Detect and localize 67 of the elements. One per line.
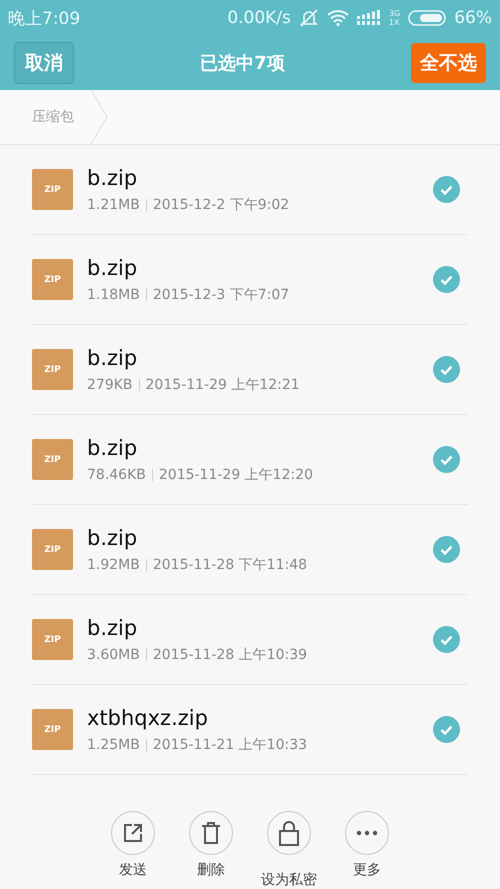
file-date: 2015-12-3 下午7:07: [152, 286, 290, 304]
checkbox[interactable]: [433, 626, 460, 653]
more-button[interactable]: [345, 811, 389, 855]
checkbox[interactable]: [433, 176, 460, 203]
check-icon: [440, 364, 453, 374]
trash-icon: [201, 822, 221, 844]
file-name: xtbhqxz.zip: [87, 706, 209, 730]
check-icon: [440, 184, 453, 194]
checkbox[interactable]: [433, 356, 460, 383]
file-date: 2015-11-29 上午12:20: [158, 466, 314, 484]
checkbox[interactable]: [433, 446, 460, 473]
action-label: 发送: [119, 861, 147, 879]
check-icon: [440, 274, 453, 284]
more-icon: [356, 830, 378, 836]
zip-file-icon: ZIP: [32, 529, 73, 570]
check-icon: [440, 724, 453, 734]
file-date: 2015-11-28 上午10:39: [152, 646, 308, 664]
network-type: 3G: [388, 9, 400, 18]
checkbox[interactable]: [433, 536, 460, 563]
zip-file-icon: ZIP: [32, 439, 73, 480]
send-button[interactable]: [111, 811, 155, 855]
file-size: 3.60MB: [87, 646, 140, 662]
share-icon: [123, 823, 143, 843]
zip-file-icon: ZIP: [32, 259, 73, 300]
checkbox[interactable]: [433, 716, 460, 743]
file-size: 1.92MB: [87, 556, 140, 572]
check-icon: [440, 634, 453, 644]
action-label: 删除: [197, 861, 225, 879]
signal-icon: [356, 10, 381, 26]
header-title: 已选中7项: [200, 52, 285, 75]
file-date: 2015-12-2 下午9:02: [152, 196, 290, 214]
lock-icon: [278, 820, 300, 846]
file-name: b.zip: [87, 436, 138, 460]
file-date: 2015-11-21 上午10:33: [152, 736, 308, 754]
delete-button[interactable]: [189, 811, 233, 855]
zip-file-icon: ZIP: [32, 709, 73, 750]
file-name: b.zip: [87, 256, 138, 280]
breadcrumb-item[interactable]: 压缩包: [32, 108, 74, 126]
status-time: 晚上7:09: [8, 8, 80, 30]
wifi-icon: [326, 10, 349, 26]
file-size: 1.25MB: [87, 736, 140, 752]
zip-file-icon: ZIP: [32, 619, 73, 660]
check-icon: [440, 544, 453, 554]
network-type: 1X: [388, 18, 400, 27]
zip-file-icon: ZIP: [32, 169, 73, 210]
file-name: b.zip: [87, 526, 138, 550]
battery-percent: 66%: [454, 8, 492, 28]
cancel-button[interactable]: 取消: [14, 42, 74, 84]
deselect-all-button[interactable]: 全不选: [411, 43, 486, 83]
action-label: 设为私密: [261, 871, 317, 889]
zip-file-icon: ZIP: [32, 349, 73, 390]
file-size: 78.46KB: [87, 466, 146, 482]
private-button[interactable]: [267, 811, 311, 855]
checkbox[interactable]: [433, 266, 460, 293]
file-name: b.zip: [87, 346, 138, 370]
file-name: b.zip: [87, 166, 138, 190]
file-date: 2015-11-28 下午11:48: [152, 556, 308, 574]
network-speed: 0.00K/s: [227, 8, 291, 28]
action-label: 更多: [353, 861, 381, 879]
file-date: 2015-11-29 上午12:21: [146, 376, 300, 394]
file-name: b.zip: [87, 616, 138, 640]
file-size: 279KB: [87, 376, 133, 392]
file-size: 1.18MB: [87, 286, 140, 302]
muted-bell-icon: [298, 9, 319, 27]
check-icon: [440, 454, 453, 464]
file-size: 1.21MB: [87, 196, 140, 212]
battery-icon: [408, 10, 446, 26]
